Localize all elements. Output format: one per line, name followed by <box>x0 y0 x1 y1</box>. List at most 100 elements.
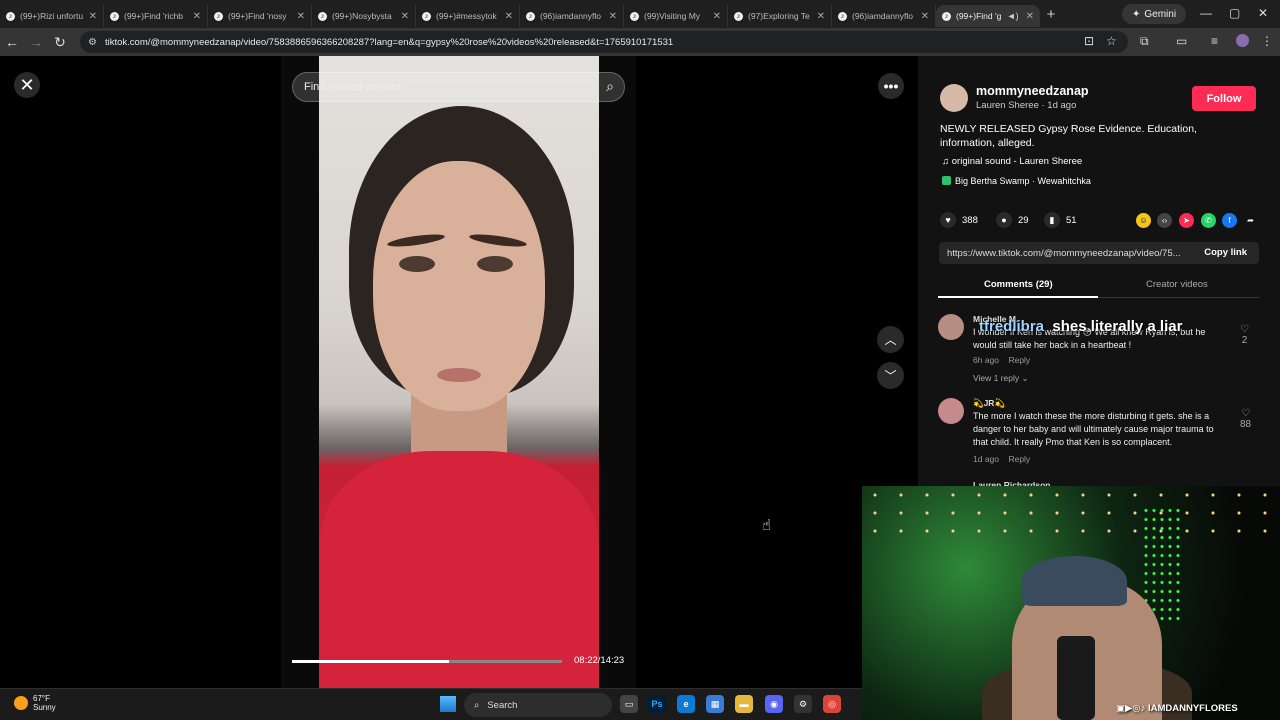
minimize-icon[interactable]: — <box>1200 6 1212 20</box>
chrome-icon[interactable]: ◎ <box>823 695 841 713</box>
photoshop-icon[interactable]: Ps <box>648 695 666 713</box>
tab-close-icon[interactable]: ✕ <box>89 11 97 22</box>
media-controls-icon[interactable]: ≡ <box>1211 34 1218 48</box>
tab-close-icon[interactable]: ✕ <box>401 11 409 22</box>
browser-tab[interactable]: ♪ (97)Exploring Te ✕ <box>728 5 832 27</box>
forward-icon[interactable]: → <box>24 34 48 50</box>
tab-close-icon[interactable]: ✕ <box>817 11 825 22</box>
video-link-field[interactable]: https://www.tiktok.com/@mommyneedzanap/v… <box>939 242 1259 264</box>
like-button[interactable]: ♥ 388 <box>940 212 978 228</box>
tab-close-icon[interactable]: ✕ <box>297 11 305 22</box>
follow-button[interactable]: Follow <box>1192 86 1256 111</box>
tab-close-icon[interactable]: ✕ <box>193 11 201 22</box>
avatar[interactable] <box>938 398 964 424</box>
tab-comments[interactable]: Comments (29) <box>984 279 1053 290</box>
save-count: 51 <box>1066 214 1077 226</box>
heart-outline-icon: ♡ <box>1241 408 1251 419</box>
browser-tab[interactable]: ♪ (96)iamdannyflo ✕ <box>520 5 624 27</box>
video-subject-eye-right <box>477 256 513 272</box>
file-explorer-icon[interactable]: ▬ <box>735 695 753 713</box>
discord-icon[interactable]: ◉ <box>765 695 783 713</box>
close-icon[interactable]: ✕ <box>14 72 40 98</box>
save-button[interactable]: ▮ 51 <box>1044 212 1077 228</box>
menu-dots-icon[interactable]: ⋮ <box>1261 34 1273 48</box>
view-replies-button[interactable]: View 1 reply ⌄ <box>973 373 1029 384</box>
search-icon: ⌕ <box>474 699 480 711</box>
avatar[interactable] <box>938 314 964 340</box>
tab-close-icon[interactable]: ✕ <box>505 11 513 22</box>
location-label: Big Bertha Swamp · Wewahitchka <box>955 176 1091 186</box>
comment-button[interactable]: ● 29 <box>996 212 1029 228</box>
embed-icon[interactable]: ‹› <box>1157 213 1172 228</box>
search-icon[interactable]: ⌕ <box>606 78 614 95</box>
comment-username[interactable]: 💫JR💫 <box>973 398 1005 409</box>
comment-count: 29 <box>1018 214 1029 226</box>
reply-button[interactable]: Reply <box>1008 355 1030 365</box>
tiktok-icon: ♪ <box>214 11 223 21</box>
previous-video-icon[interactable]: ︿ <box>877 326 904 353</box>
tab-close-icon[interactable]: ✕ <box>609 11 617 22</box>
gemini-button[interactable]: ✦ Gemini <box>1122 4 1187 24</box>
site-info-icon[interactable]: ⚙ <box>88 37 97 48</box>
copy-link-button[interactable]: Copy link <box>1204 247 1247 258</box>
next-video-icon[interactable]: ﹀ <box>877 362 904 389</box>
tab-title: (96)iamdannyflo <box>852 11 913 21</box>
video-time: 08:22/14:23 <box>574 655 625 666</box>
weather-widget[interactable]: 67°F Sunny <box>14 694 56 712</box>
install-app-icon[interactable]: ⊡ <box>1084 34 1094 48</box>
browser-tab[interactable]: ♪ (99+)Find 'nosy ✕ <box>208 5 312 27</box>
mouse-cursor-icon: ☝ <box>762 517 772 534</box>
browser-tab[interactable]: ♪ (99+)Find 'richb ✕ <box>104 5 208 27</box>
windows-start-icon[interactable] <box>440 696 456 712</box>
store-icon[interactable]: ▦ <box>706 695 724 713</box>
browser-tab[interactable]: ♪ (99+)Find 'g ◄) ✕ <box>936 5 1040 27</box>
back-icon[interactable]: ← <box>0 34 24 50</box>
more-options-icon[interactable]: ••• <box>878 73 904 99</box>
bookmark-star-icon[interactable]: ☆ <box>1106 34 1117 48</box>
url-field[interactable]: ⚙ tiktok.com/@mommyneedzanap/video/75838… <box>80 31 1128 53</box>
tiktok-icon: ♪ <box>526 11 535 21</box>
tab-creator-videos[interactable]: Creator videos <box>1146 279 1208 290</box>
browser-tab[interactable]: ♪ (99)Visiting My ✕ <box>624 5 728 27</box>
video-progress-bar[interactable] <box>292 660 562 663</box>
edge-icon[interactable]: e <box>677 695 695 713</box>
profile-avatar[interactable] <box>1236 34 1249 47</box>
browser-tab[interactable]: ♪ (96)iamdannyflo ✕ <box>832 5 936 27</box>
sound-label: original sound - Lauren Sheree <box>951 156 1083 167</box>
reload-icon[interactable]: ↻ <box>48 34 72 51</box>
tab-close-icon[interactable]: ✕ <box>1026 11 1034 22</box>
panel-tabs: Comments (29) Creator videos <box>938 274 1260 298</box>
tab-close-icon[interactable]: ✕ <box>921 11 929 22</box>
task-view-icon[interactable]: ▭ <box>620 695 638 713</box>
sound-link[interactable]: ♫ original sound - Lauren Sheree <box>942 156 1082 167</box>
browser-tab[interactable]: ♪ (99+)Nosybysta ✕ <box>312 5 416 27</box>
streamer-cap <box>1022 556 1127 606</box>
maximize-icon[interactable]: ▢ <box>1229 6 1240 20</box>
whatsapp-icon[interactable]: ✆ <box>1201 213 1216 228</box>
overlay-message: shes literally a liar <box>1052 318 1183 335</box>
weather-condition: Sunny <box>33 703 56 712</box>
browser-tab[interactable]: ♪ (99+)#messytok ✕ <box>416 5 520 27</box>
video-player[interactable] <box>281 56 636 688</box>
share-arrow-icon[interactable]: ➦ <box>1243 213 1258 228</box>
cast-icon[interactable]: ▭ <box>1176 34 1187 48</box>
reply-button[interactable]: Reply <box>1008 454 1030 464</box>
browser-tab-bar: ♪ (99+)Rizi unfortu ✕ ♪ (99+)Find 'richb ✕ ♪ (9… <box>0 0 1280 28</box>
steam-icon[interactable]: ⚙ <box>794 695 812 713</box>
browser-tab[interactable]: ♪ (99+)Rizi unfortu ✕ <box>0 5 104 27</box>
taskbar-search[interactable]: ⌕ Search <box>464 693 612 717</box>
creator-username[interactable]: mommyneedzanap <box>976 84 1089 98</box>
location-link[interactable]: Big Bertha Swamp · Wewahitchka <box>942 176 1091 186</box>
emoji-share-icon[interactable]: ☺ <box>1136 213 1151 228</box>
tab-close-icon[interactable]: ✕ <box>713 11 721 22</box>
extensions-icon[interactable]: ⧉ <box>1140 34 1149 49</box>
audio-playing-icon[interactable]: ◄) <box>1007 11 1019 21</box>
comment-like-button[interactable]: ♡ 88 <box>1240 408 1251 430</box>
send-icon[interactable]: ➤ <box>1179 213 1194 228</box>
comment-like-button[interactable]: ♡ 2 <box>1240 324 1249 346</box>
close-window-icon[interactable]: ✕ <box>1258 6 1268 20</box>
facebook-icon[interactable]: f <box>1222 213 1237 228</box>
new-tab-button[interactable]: + <box>1040 6 1062 23</box>
find-related-search[interactable]: Find related content ⌕ <box>292 72 625 102</box>
avatar[interactable] <box>940 84 968 112</box>
